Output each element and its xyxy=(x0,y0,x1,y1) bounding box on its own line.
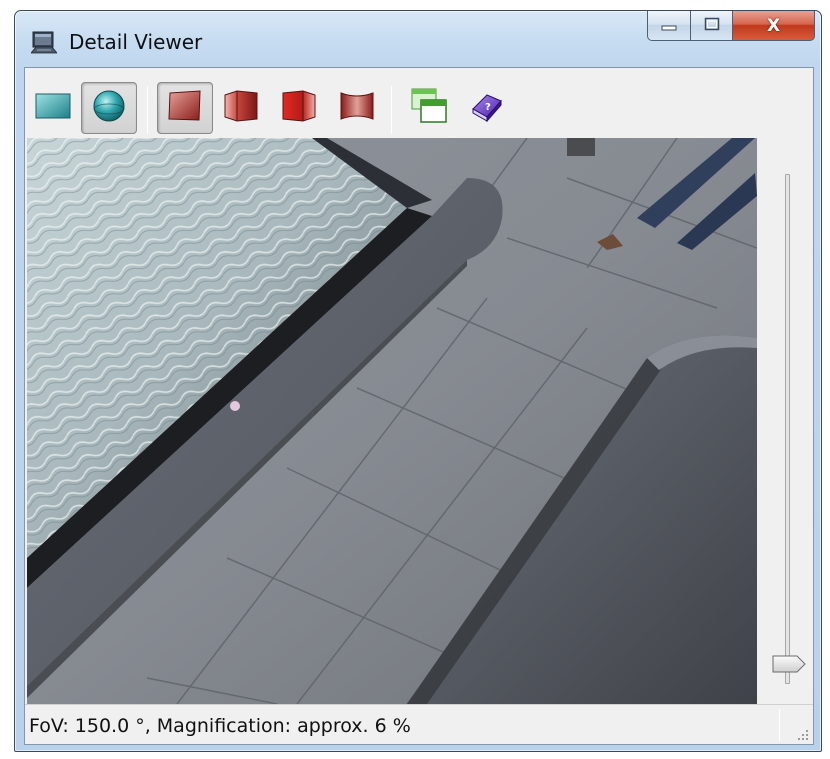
flat-view-button[interactable] xyxy=(25,82,81,134)
minimize-icon xyxy=(661,16,677,35)
flat-rectangle-icon xyxy=(34,91,72,125)
window-title: Detail Viewer xyxy=(69,30,203,54)
projection-1-button[interactable] xyxy=(157,82,213,134)
caption-buttons: X xyxy=(647,11,815,41)
windows-stack-icon xyxy=(409,86,449,130)
projection-2-button[interactable] xyxy=(213,82,269,134)
title-bar[interactable]: Detail Viewer X xyxy=(15,11,821,67)
projection-3-button[interactable] xyxy=(271,82,327,134)
toolbar: ? xyxy=(25,68,813,138)
svg-text:?: ? xyxy=(485,102,491,113)
detail-viewer-window: Detail Viewer X ? FoV: 150.0 °, Magnific… xyxy=(14,10,822,752)
red-panel-flat-icon xyxy=(166,89,204,127)
client-area: ? FoV: 150.0 °, Magnification: approx. 6… xyxy=(24,67,814,745)
zoom-slider[interactable] xyxy=(761,138,813,704)
maximize-button[interactable] xyxy=(691,11,733,41)
status-text: FoV: 150.0 °, Magnification: approx. 6 % xyxy=(29,715,411,737)
help-book-icon: ? xyxy=(469,89,505,127)
close-icon: X xyxy=(766,15,781,36)
sphere-icon xyxy=(91,88,127,128)
status-bar: FoV: 150.0 °, Magnification: approx. 6 % xyxy=(25,704,813,744)
toolbar-separator xyxy=(147,86,148,134)
resize-grip-icon[interactable] xyxy=(795,726,809,740)
pool-edge-photo xyxy=(27,138,757,704)
image-viewport[interactable] xyxy=(27,138,757,704)
windows-button[interactable] xyxy=(401,82,457,134)
status-separator xyxy=(779,709,780,741)
red-panel-right-icon xyxy=(279,89,319,127)
close-button[interactable]: X xyxy=(733,11,815,41)
maximize-icon xyxy=(704,16,720,35)
slider-track[interactable] xyxy=(785,174,790,684)
red-panel-curved-icon xyxy=(337,89,377,127)
help-button[interactable]: ? xyxy=(459,82,515,134)
projection-4-button[interactable] xyxy=(329,82,385,134)
red-panel-left-icon xyxy=(221,89,261,127)
toolbar-separator xyxy=(391,86,392,134)
slider-thumb[interactable] xyxy=(771,654,807,674)
sphere-view-button[interactable] xyxy=(81,82,137,134)
minimize-button[interactable] xyxy=(647,11,691,41)
monitor-icon[interactable] xyxy=(30,31,58,55)
